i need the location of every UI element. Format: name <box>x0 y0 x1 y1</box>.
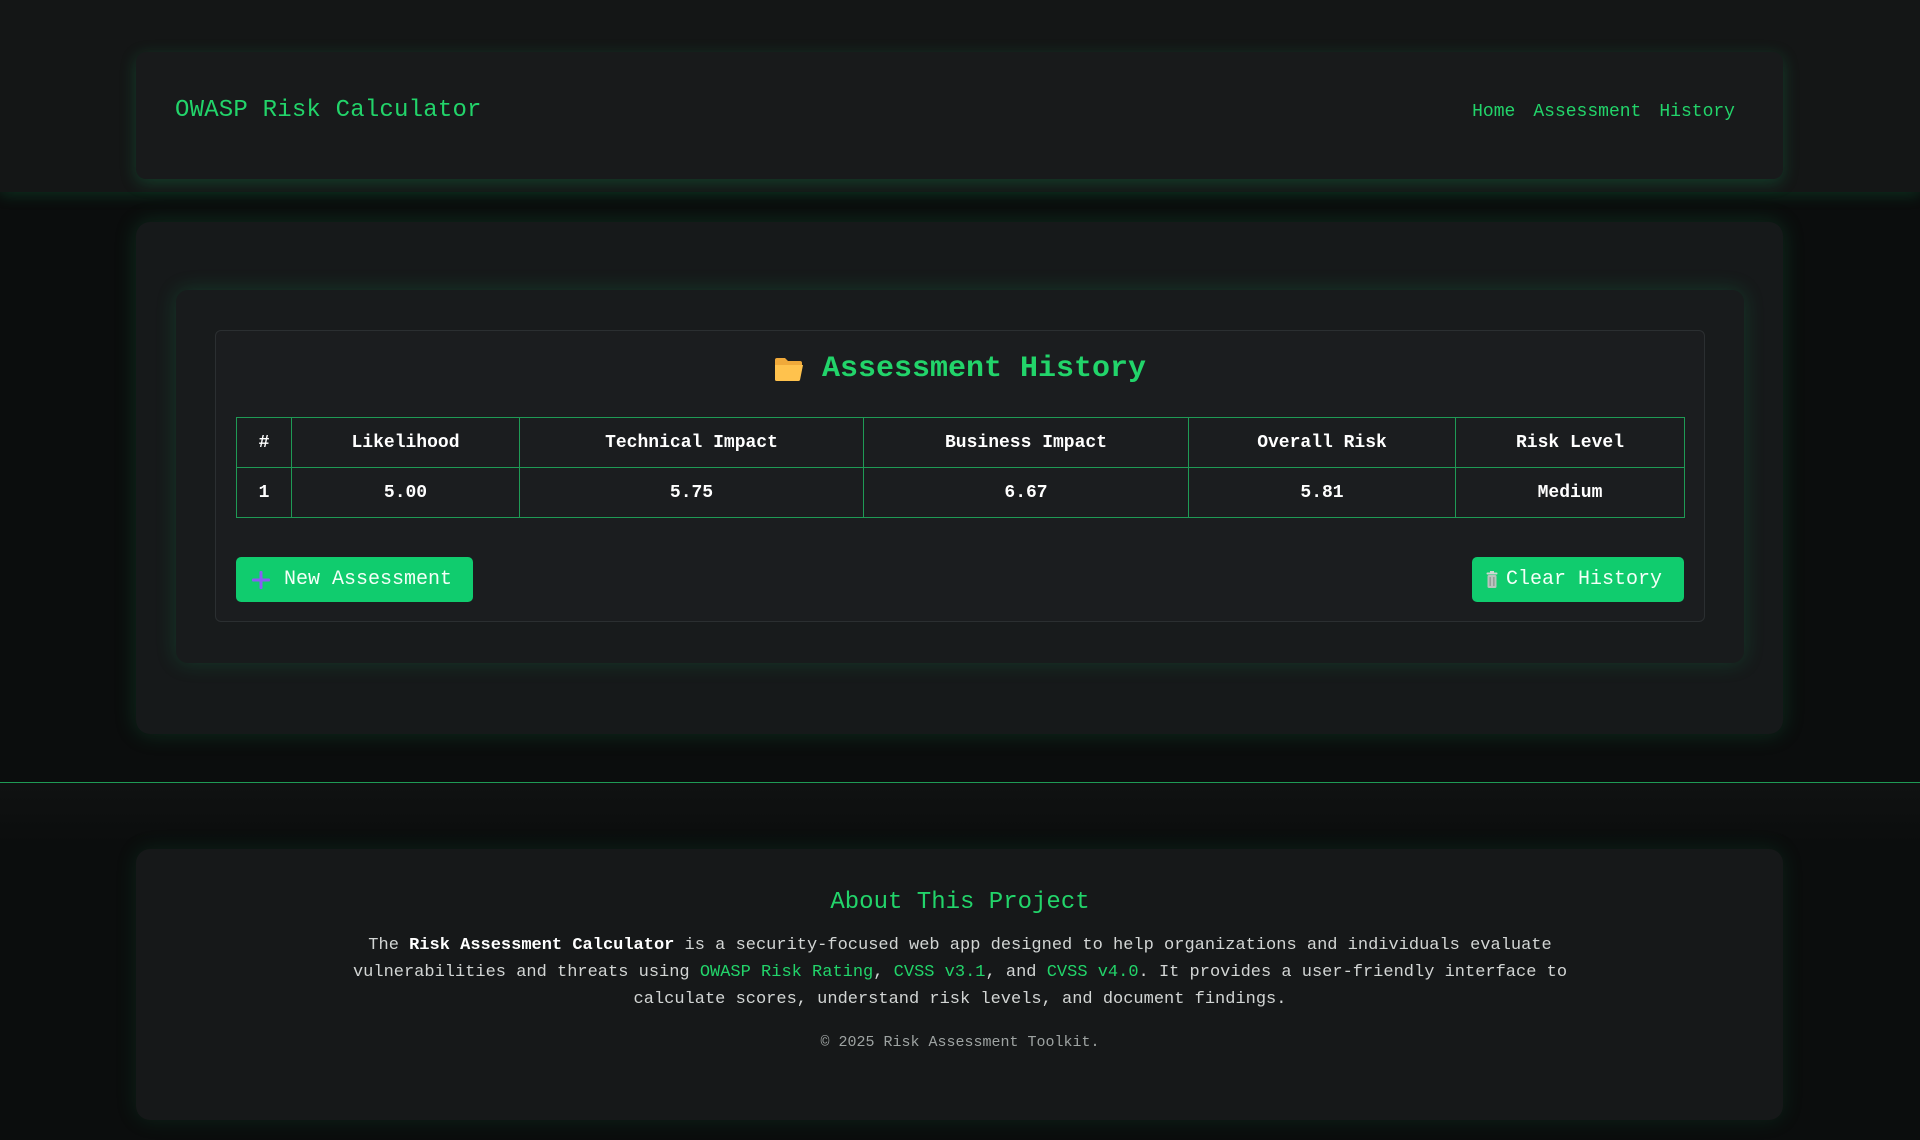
cell-overall-risk: 5.81 <box>1188 467 1456 518</box>
trash-icon <box>1486 570 1498 589</box>
table-header-row: # Likelihood Technical Impact Business I… <box>236 417 1685 468</box>
owasp-link[interactable]: OWASP Risk Rating <box>700 963 873 982</box>
brand-title[interactable]: OWASP Risk Calculator <box>175 99 482 123</box>
about-separator-2: , and <box>985 963 1047 982</box>
nav-assessment-link[interactable]: Assessment <box>1533 103 1641 121</box>
cell-risk-level: Medium <box>1455 467 1685 518</box>
history-table: # Likelihood Technical Impact Business I… <box>236 417 1685 518</box>
about-text-intro: The <box>368 936 410 955</box>
copyright-text: © 2025 Risk Assessment Toolkit. <box>820 1034 1100 1051</box>
about-title: About This Project <box>830 889 1090 916</box>
column-header-risk-level: Risk Level <box>1455 417 1685 468</box>
column-header-business-impact: Business Impact <box>863 417 1189 468</box>
navbar: OWASP Risk Calculator Home Assessment Hi… <box>136 52 1783 179</box>
column-header-index: # <box>236 417 292 468</box>
column-header-technical-impact: Technical Impact <box>519 417 864 468</box>
about-text-bold: Risk Assessment Calculator <box>409 936 675 955</box>
cvss31-link[interactable]: CVSS v3.1 <box>894 963 986 982</box>
column-header-overall-risk: Overall Risk <box>1188 417 1456 468</box>
cvss40-link[interactable]: CVSS v4.0 <box>1047 963 1139 982</box>
cell-business-impact: 6.67 <box>863 467 1189 518</box>
nav-links: Home Assessment History <box>1472 103 1735 121</box>
plus-icon <box>252 570 270 589</box>
cell-technical-impact: 5.75 <box>519 467 864 518</box>
cell-index: 1 <box>236 467 292 518</box>
new-assessment-label: New Assessment <box>284 568 453 591</box>
history-title: Assessment History <box>0 354 1920 384</box>
about-description: The Risk Assessment Calculator is a secu… <box>320 932 1600 1013</box>
new-assessment-button[interactable]: New Assessment <box>236 557 473 602</box>
history-title-text: Assessment History <box>821 352 1147 386</box>
column-header-likelihood: Likelihood <box>291 417 520 468</box>
clear-history-button[interactable]: Clear History <box>1472 557 1684 602</box>
nav-home-link[interactable]: Home <box>1472 103 1515 121</box>
cell-likelihood: 5.00 <box>291 467 520 518</box>
footer-band <box>0 783 1920 843</box>
clear-history-label: Clear History <box>1506 568 1663 591</box>
table-row: 1 5.00 5.75 6.67 5.81 Medium <box>236 467 1685 518</box>
about-separator-1: , <box>873 963 894 982</box>
folder-icon <box>774 356 804 382</box>
nav-history-link[interactable]: History <box>1659 103 1735 121</box>
